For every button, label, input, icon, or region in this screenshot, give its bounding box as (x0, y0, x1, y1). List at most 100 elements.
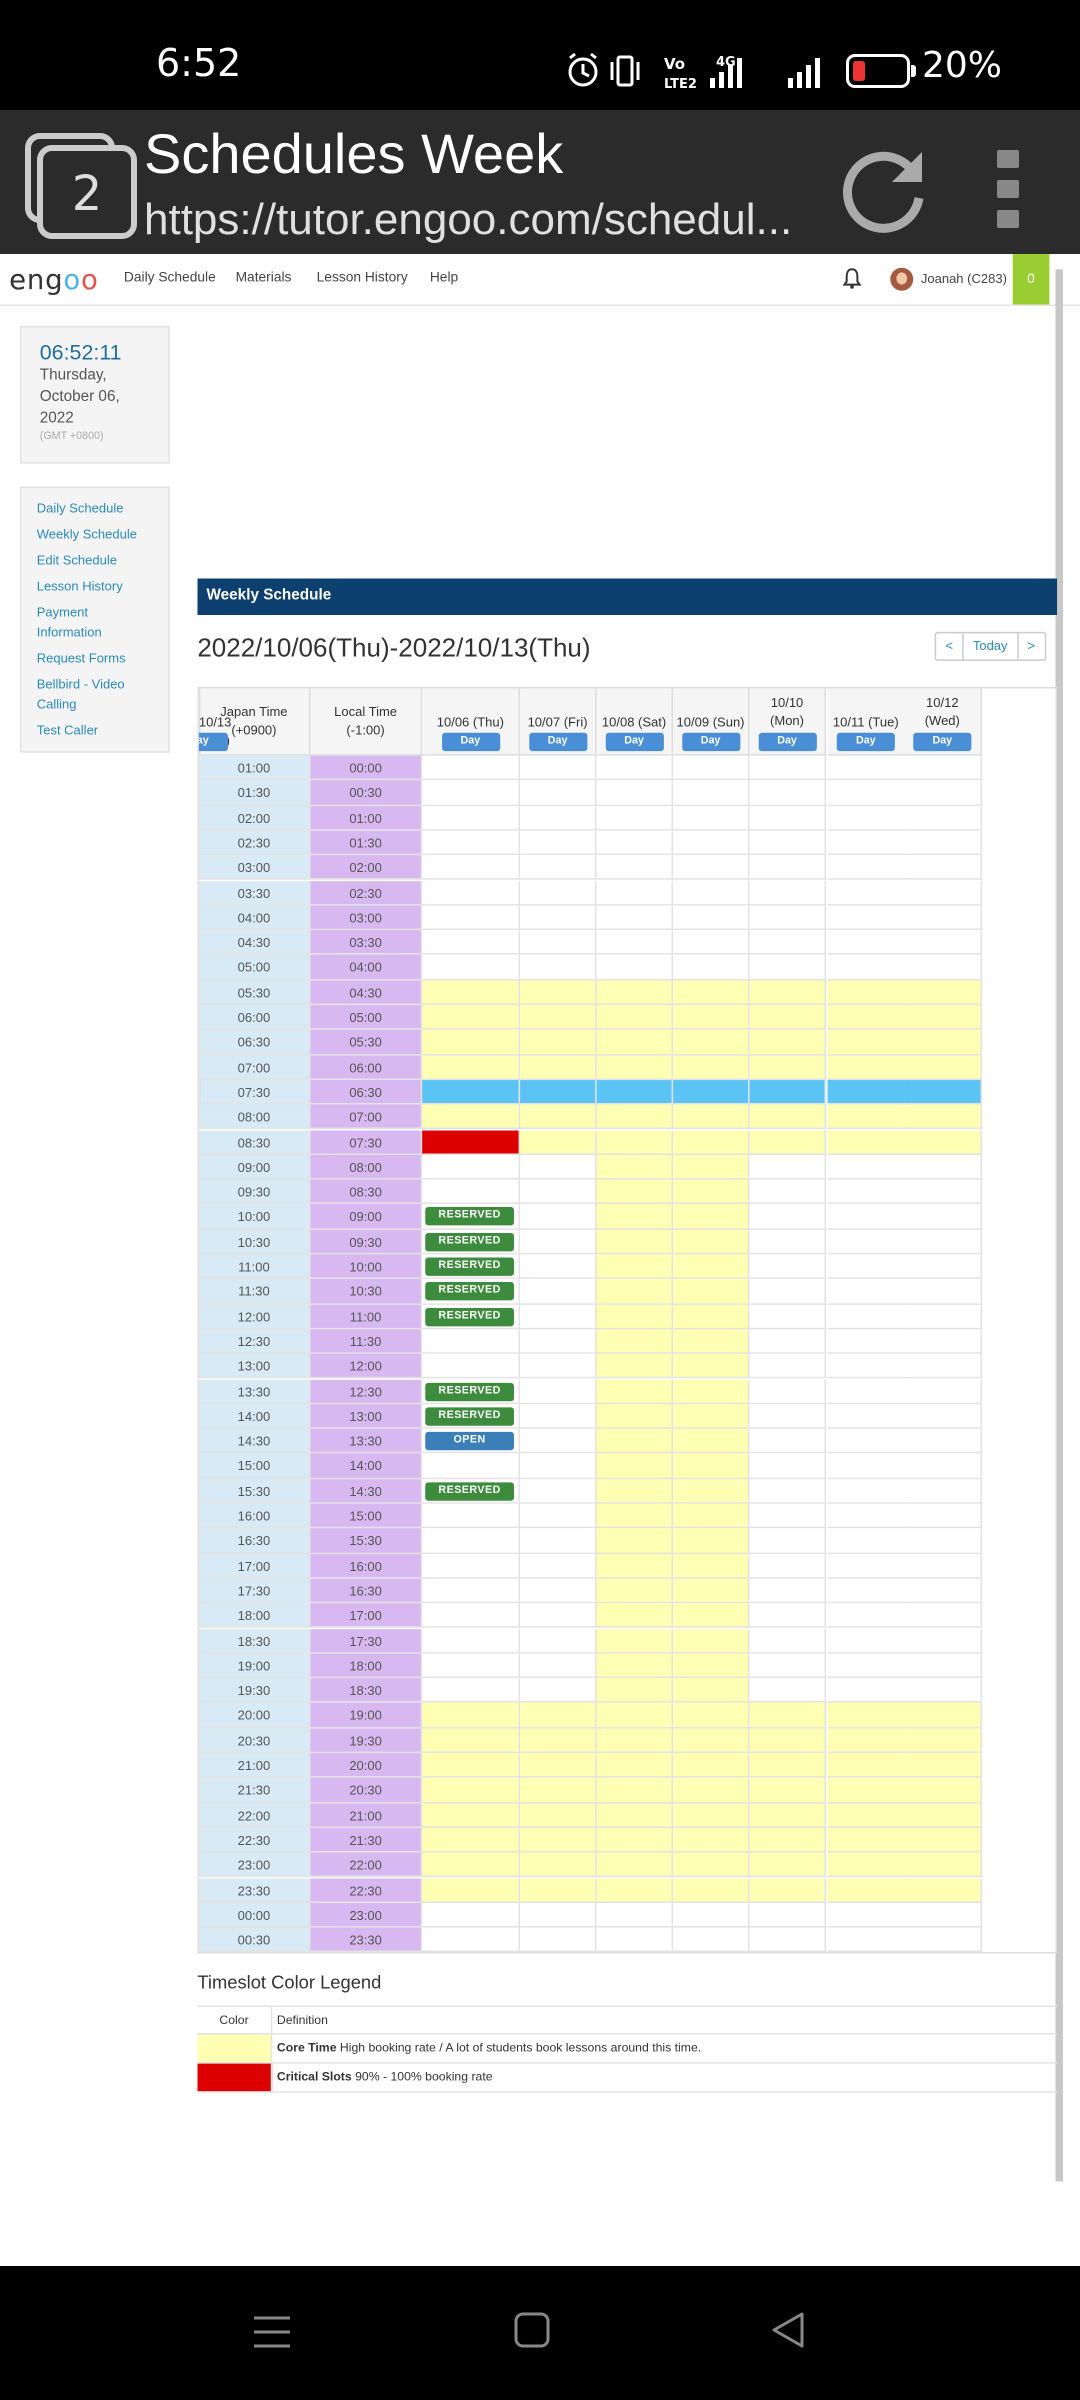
time-slot[interactable] (198, 1678, 201, 1704)
time-slot[interactable] (749, 1254, 827, 1280)
time-slot[interactable] (749, 1079, 827, 1105)
time-slot[interactable] (198, 1379, 201, 1405)
time-slot[interactable] (520, 780, 597, 806)
time-slot[interactable] (827, 1553, 906, 1579)
time-slot[interactable] (520, 1653, 597, 1679)
time-slot[interactable] (198, 1653, 201, 1679)
time-slot[interactable] (749, 1304, 827, 1330)
day-view-button[interactable]: Day (757, 732, 817, 752)
time-slot[interactable] (422, 980, 521, 1006)
time-slot[interactable] (827, 1578, 906, 1604)
time-slot[interactable] (422, 1753, 521, 1779)
time-slot[interactable] (904, 1129, 983, 1155)
time-slot[interactable] (827, 1204, 906, 1230)
time-slot[interactable] (596, 1503, 674, 1529)
time-slot[interactable] (422, 1329, 521, 1355)
time-slot[interactable] (673, 1778, 750, 1803)
time-slot[interactable] (827, 805, 906, 831)
time-slot[interactable] (904, 1553, 983, 1579)
time-slot[interactable] (827, 1104, 906, 1130)
time-slot[interactable] (198, 1279, 201, 1305)
sidebar-item-test-caller[interactable]: Test Caller (37, 721, 169, 741)
sidebar-item-request-forms[interactable]: Request Forms (37, 649, 169, 669)
nav-materials[interactable]: Materials (236, 269, 292, 284)
day-view-button[interactable]: Day (681, 732, 740, 752)
time-slot[interactable] (673, 1254, 750, 1280)
time-slot[interactable] (198, 1030, 201, 1055)
time-slot[interactable] (520, 1628, 597, 1654)
time-slot[interactable] (904, 1753, 983, 1779)
time-slot[interactable] (198, 1453, 201, 1479)
time-slot[interactable] (520, 1503, 597, 1529)
time-slot[interactable] (827, 1453, 906, 1479)
time-slot[interactable] (673, 1503, 750, 1529)
time-slot[interactable] (904, 1304, 983, 1330)
time-slot[interactable] (673, 1603, 750, 1629)
time-slot[interactable] (904, 1179, 983, 1205)
time-slot[interactable] (827, 1054, 906, 1080)
time-slot[interactable] (198, 1304, 201, 1330)
time-slot[interactable] (422, 1778, 521, 1803)
time-slot[interactable] (827, 1279, 906, 1305)
time-slot[interactable] (422, 1503, 521, 1529)
time-slot[interactable] (673, 1404, 750, 1429)
time-slot[interactable] (520, 1204, 597, 1230)
time-slot[interactable] (596, 1030, 674, 1055)
time-slot[interactable] (749, 1778, 827, 1803)
time-slot[interactable] (596, 955, 674, 981)
time-slot[interactable] (827, 1678, 906, 1704)
reserved-badge[interactable]: RESERVED (425, 1481, 514, 1501)
time-slot[interactable] (422, 1054, 521, 1080)
time-slot[interactable] (749, 755, 827, 781)
time-slot[interactable]: RESERVED (422, 1304, 521, 1330)
time-slot[interactable] (827, 1379, 906, 1405)
time-slot[interactable] (827, 1827, 906, 1853)
time-slot[interactable] (749, 1503, 827, 1529)
time-slot[interactable] (827, 1354, 906, 1380)
time-slot[interactable] (827, 1852, 906, 1878)
time-slot[interactable] (596, 1678, 674, 1704)
time-slot[interactable] (198, 880, 201, 906)
time-slot[interactable] (673, 1628, 750, 1654)
time-slot[interactable] (596, 1279, 674, 1305)
time-slot[interactable] (422, 1528, 521, 1554)
time-slot[interactable] (520, 1802, 597, 1828)
time-slot[interactable] (827, 1503, 906, 1529)
time-slot[interactable] (520, 1054, 597, 1080)
time-slot[interactable] (827, 1753, 906, 1779)
time-slot[interactable] (422, 1030, 521, 1055)
time-slot[interactable] (198, 1005, 201, 1031)
time-slot[interactable] (827, 1129, 906, 1155)
time-slot[interactable] (198, 1179, 201, 1205)
nav-lesson-history[interactable]: Lesson History (317, 269, 408, 284)
time-slot[interactable] (827, 1703, 906, 1729)
time-slot[interactable] (198, 1778, 201, 1803)
time-slot[interactable] (673, 1528, 750, 1554)
time-slot[interactable] (422, 1703, 521, 1729)
time-slot[interactable] (904, 1802, 983, 1828)
time-slot[interactable] (596, 1129, 674, 1155)
time-slot[interactable] (520, 1877, 597, 1903)
time-slot[interactable] (198, 1129, 201, 1155)
time-slot[interactable] (673, 1802, 750, 1828)
time-slot[interactable] (596, 1229, 674, 1255)
time-slot[interactable] (422, 880, 521, 906)
time-slot[interactable] (198, 905, 201, 931)
time-slot[interactable] (520, 1379, 597, 1405)
time-slot[interactable] (749, 1753, 827, 1779)
time-slot[interactable] (827, 1404, 906, 1429)
time-slot[interactable] (673, 1753, 750, 1779)
reserved-badge[interactable]: RESERVED (425, 1382, 514, 1401)
time-slot[interactable] (827, 1254, 906, 1280)
time-slot[interactable] (904, 1354, 983, 1380)
time-slot[interactable] (904, 1453, 983, 1479)
time-slot[interactable] (520, 930, 597, 956)
time-slot[interactable] (198, 1154, 201, 1180)
time-slot[interactable] (673, 980, 750, 1006)
time-slot[interactable] (520, 1578, 597, 1604)
time-slot[interactable] (827, 930, 906, 956)
time-slot[interactable] (749, 1329, 827, 1355)
time-slot[interactable] (749, 1603, 827, 1629)
time-slot[interactable] (673, 1204, 750, 1230)
overflow-menu-icon[interactable] (990, 150, 1030, 230)
